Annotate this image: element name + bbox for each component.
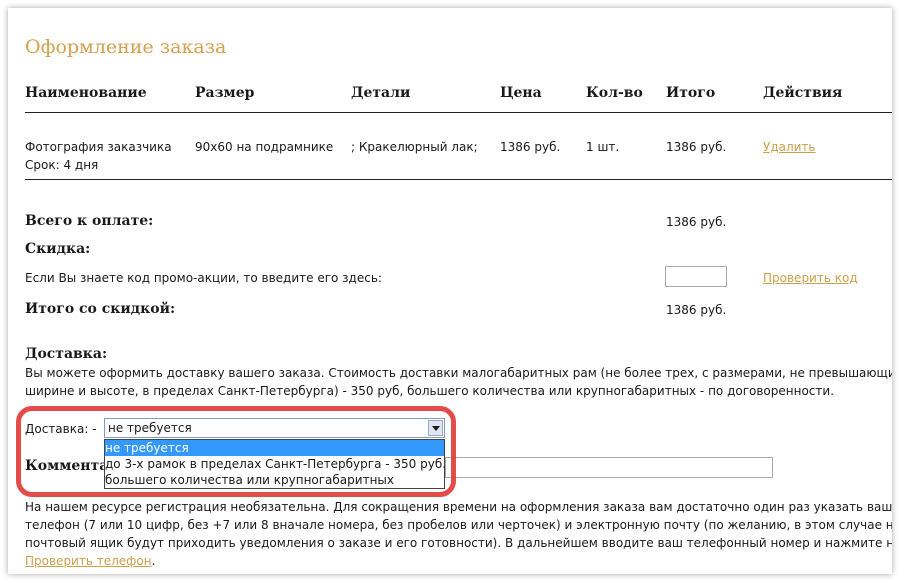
item-price: 1386 руб. [500,140,561,154]
item-total: 1386 руб. [666,140,727,154]
item-deadline: Срок: 4 дня [25,158,99,172]
item-size: 90x60 на подрамнике [195,140,334,154]
item-name: Фотография заказчика [25,140,172,154]
check-phone-link[interactable]: Проверить телефон [25,554,152,568]
comment-input[interactable] [445,457,773,478]
registration-text-line3: почтовый ящик будут приходить уведомлени… [25,536,892,550]
item-qty: 1 шт. [586,140,620,154]
col-header-size: Размер [195,85,255,101]
discounted-total-label: Итого со скидкой: [25,301,176,317]
col-header-name: Наименование [25,85,147,101]
col-header-qty: Кол-во [586,85,643,101]
discount-label: Скидка: [25,241,91,257]
check-code-link[interactable]: Проверить код [763,271,858,285]
registration-text-line1: На нашем ресурсе регистрация необязатель… [25,500,892,514]
total-value: 1386 руб. [666,215,727,229]
registration-link-line: Проверить телефон. [25,552,155,570]
col-header-actions: Действия [763,85,843,101]
page-title: Оформление заказа [25,36,227,58]
delivery-heading: Доставка: [25,346,108,362]
item-details: ; Кракелюрный лак; [351,140,478,154]
discounted-total-value: 1386 руб. [666,303,727,317]
total-label: Всего к оплате: [25,213,154,229]
divider [25,112,892,113]
promo-text: Если Вы знаете код промо-акции, то введи… [25,271,382,285]
delivery-text-line1: Вы можете оформить доставку вашего заказ… [25,366,892,380]
registration-text-line2: телефон (7 или 10 цифр, без +7 или 8 вна… [25,518,892,532]
delete-link[interactable]: Удалить [763,140,816,154]
divider [25,179,892,180]
highlight-annotation [16,406,456,497]
delivery-text-line2: ширине и высоте, в пределах Санкт-Петерб… [25,384,835,398]
col-header-details: Детали [351,85,411,101]
col-header-total: Итого [666,85,716,101]
col-header-price: Цена [500,85,542,101]
order-page: Оформление заказа Наименование Размер Де… [8,8,892,574]
promo-code-input[interactable] [665,266,727,287]
registration-link-suffix: . [151,554,156,568]
